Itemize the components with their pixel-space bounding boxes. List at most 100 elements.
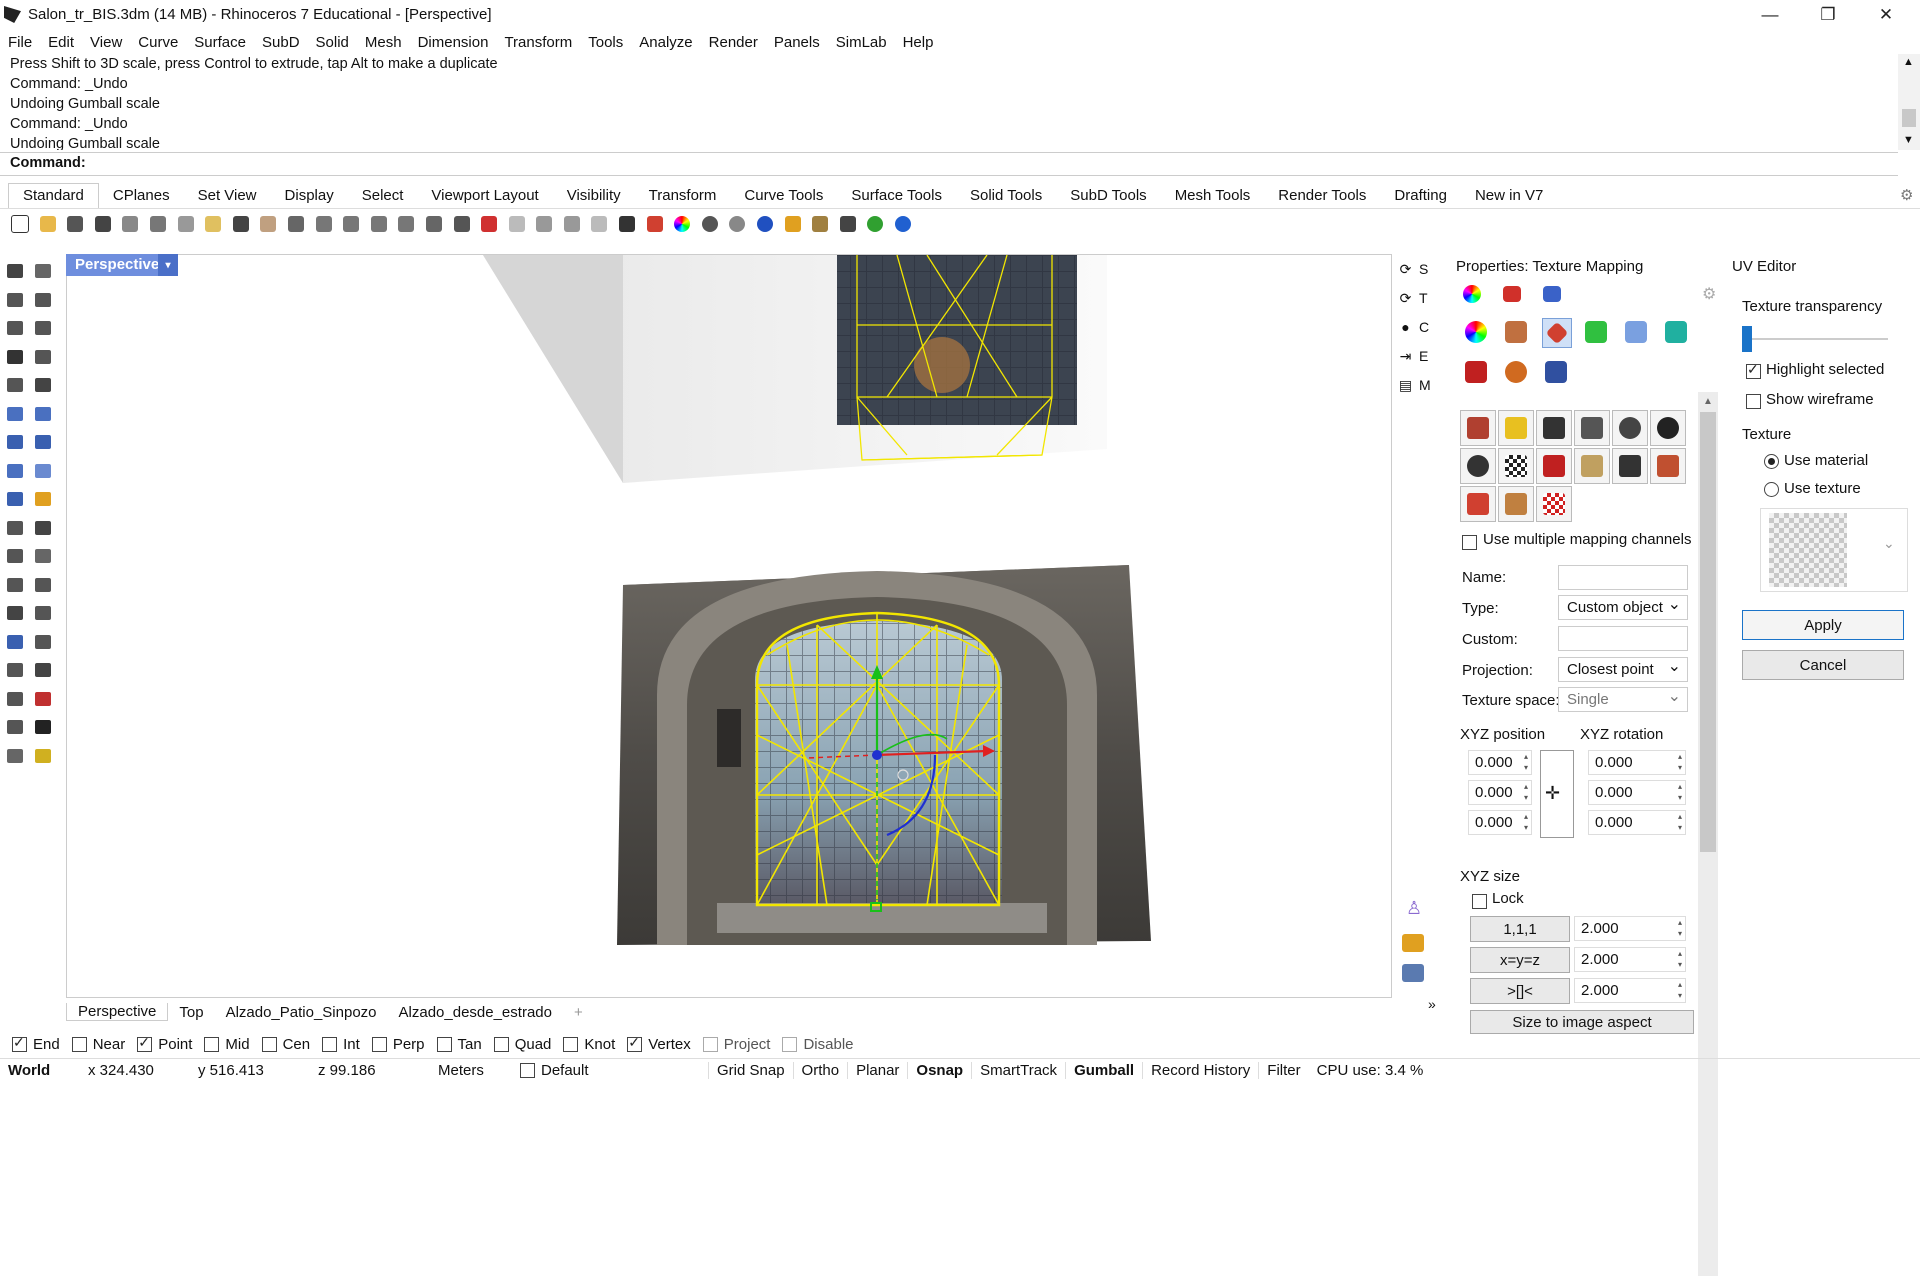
history-icon[interactable] <box>4 716 26 738</box>
viewport-tab-alzado-desde-estrado[interactable]: Alzado_desde_estrado <box>388 1004 563 1021</box>
move-view-icon[interactable] <box>284 213 308 235</box>
osnap-checkbox[interactable] <box>371 1036 387 1052</box>
cut-icon[interactable] <box>146 213 170 235</box>
axes-icon[interactable] <box>836 213 860 235</box>
menu-simlab[interactable]: SimLab <box>828 34 895 51</box>
viewport-tab-perspective[interactable]: Perspective <box>66 1003 169 1021</box>
group-icon[interactable] <box>32 631 54 653</box>
help-book-icon[interactable] <box>1538 280 1566 308</box>
status-toggle-record-history[interactable]: Record History <box>1142 1061 1258 1079</box>
layer-indicator[interactable]: Default <box>512 1062 708 1079</box>
command-history-scrollbar[interactable]: ▲ ▼ <box>1898 54 1920 150</box>
osnap-tan[interactable]: Tan <box>436 1036 482 1053</box>
status-toggle-planar[interactable]: Planar <box>847 1061 907 1079</box>
viewport-scene[interactable] <box>67 255 1391 997</box>
menu-solid[interactable]: Solid <box>308 34 357 51</box>
undo-icon[interactable] <box>229 213 253 235</box>
panel-tab-t[interactable]: ⟳ T <box>1398 287 1438 309</box>
zoom-selected-icon[interactable] <box>394 213 418 235</box>
analyze-icon[interactable] <box>32 688 54 710</box>
tab-display[interactable]: Display <box>271 184 348 208</box>
layers-icon[interactable] <box>1402 934 1424 952</box>
rectangle-icon[interactable] <box>32 346 54 368</box>
texture-preview-box[interactable]: ⌄ <box>1760 508 1908 592</box>
cplane-red-icon[interactable] <box>477 213 501 235</box>
tab-viewport-layout[interactable]: Viewport Layout <box>417 184 552 208</box>
osnap-checkbox[interactable] <box>563 1036 579 1052</box>
mapping-plane-icon[interactable] <box>1460 486 1496 522</box>
mapping-sphere-icon[interactable] <box>1612 410 1648 446</box>
tab-mesh-tools[interactable]: Mesh Tools <box>1161 184 1265 208</box>
gear-icon[interactable] <box>32 488 54 510</box>
mapping-axes2-icon[interactable] <box>1498 486 1534 522</box>
size-fit-button[interactable]: >[]< <box>1470 978 1570 1004</box>
close-button[interactable]: ✕ <box>1858 0 1914 30</box>
viewport-title-tab[interactable]: Perspective ▾ <box>66 254 178 276</box>
osnap-knot[interactable]: Knot <box>563 1036 615 1053</box>
osnap-checkbox[interactable] <box>627 1034 643 1052</box>
sweep-icon[interactable] <box>4 488 26 510</box>
menu-render[interactable]: Render <box>701 34 766 51</box>
cancel-button[interactable]: Cancel <box>1742 650 1904 680</box>
surface-icon[interactable] <box>4 403 26 425</box>
use-texture-radio[interactable] <box>1764 482 1779 497</box>
osnap-checkbox[interactable] <box>12 1034 27 1052</box>
panel-tab-s[interactable]: ⟳ S <box>1398 258 1438 280</box>
decal-brush-icon[interactable] <box>1502 318 1530 346</box>
lock-checkbox[interactable] <box>1472 894 1487 913</box>
tab-transform[interactable]: Transform <box>635 184 731 208</box>
viewport-tab-top[interactable]: Top <box>168 1004 214 1021</box>
menu-view[interactable]: View <box>82 34 130 51</box>
tab-surface-tools[interactable]: Surface Tools <box>837 184 956 208</box>
ellipse-icon[interactable] <box>32 317 54 339</box>
size-to-image-aspect-button[interactable]: Size to image aspect <box>1470 1010 1694 1034</box>
four-view-icon[interactable] <box>450 213 474 235</box>
cylinder-blue-icon[interactable] <box>1542 358 1570 386</box>
copy-icon[interactable] <box>174 213 198 235</box>
texture-space-select[interactable]: Single <box>1558 687 1688 712</box>
mapping-checker-icon[interactable] <box>1498 448 1534 484</box>
osnap-checkbox[interactable] <box>782 1036 798 1052</box>
size-z-input[interactable]: 2.000 <box>1574 978 1686 1003</box>
scale-icon[interactable] <box>32 574 54 596</box>
tab-visibility[interactable]: Visibility <box>553 184 635 208</box>
menu-panels[interactable]: Panels <box>766 34 828 51</box>
apply-button[interactable]: Apply <box>1742 610 1904 640</box>
expand-panel-icon[interactable]: » <box>1428 996 1436 1012</box>
point-icon[interactable] <box>32 260 54 282</box>
check-icon[interactable] <box>32 716 54 738</box>
texture-mapping-icon[interactable] <box>1542 318 1572 348</box>
use-multiple-channels-checkbox[interactable] <box>1462 535 1477 554</box>
tab-cplanes[interactable]: CPlanes <box>99 184 184 208</box>
cube-icon[interactable] <box>1662 318 1690 346</box>
menu-edit[interactable]: Edit <box>40 34 82 51</box>
tab-curve-tools[interactable]: Curve Tools <box>730 184 837 208</box>
paste-icon[interactable] <box>201 213 225 235</box>
extrude-icon[interactable] <box>4 460 26 482</box>
osnap-checkbox[interactable] <box>137 1034 153 1052</box>
mapping-icon-2[interactable] <box>1498 410 1534 446</box>
print-icon[interactable] <box>91 213 115 235</box>
rotation-y-input[interactable]: 0.000 <box>1588 780 1686 805</box>
pan-hand-icon[interactable] <box>256 213 280 235</box>
osnap-checkbox[interactable] <box>493 1036 509 1052</box>
zoom-icon[interactable] <box>312 213 336 235</box>
help-icon[interactable] <box>891 213 915 235</box>
color-wheel-icon[interactable] <box>670 213 694 235</box>
circle-icon[interactable] <box>4 317 26 339</box>
position-x-input[interactable]: 0.000 <box>1468 750 1532 775</box>
tab-standard[interactable]: Standard <box>8 183 99 208</box>
size-y-input[interactable]: 2.000 <box>1574 947 1686 972</box>
add-viewport-tab-button[interactable]: + <box>563 1004 594 1021</box>
mapping-icon-7[interactable] <box>1460 448 1496 484</box>
status-toggle-osnap[interactable]: Osnap <box>907 1061 971 1079</box>
panel-tab-c[interactable]: ● C <box>1398 316 1438 338</box>
box-red-icon[interactable] <box>1462 358 1490 386</box>
position-y-input[interactable]: 0.000 <box>1468 780 1532 805</box>
sphere-orange-icon[interactable] <box>1502 358 1530 386</box>
osnap-checkbox[interactable] <box>322 1036 338 1052</box>
array-icon[interactable] <box>4 545 26 567</box>
tab-drafting[interactable]: Drafting <box>1380 184 1461 208</box>
status-toggle-grid-snap[interactable]: Grid Snap <box>708 1061 793 1079</box>
select-arrow-icon[interactable] <box>4 260 26 282</box>
